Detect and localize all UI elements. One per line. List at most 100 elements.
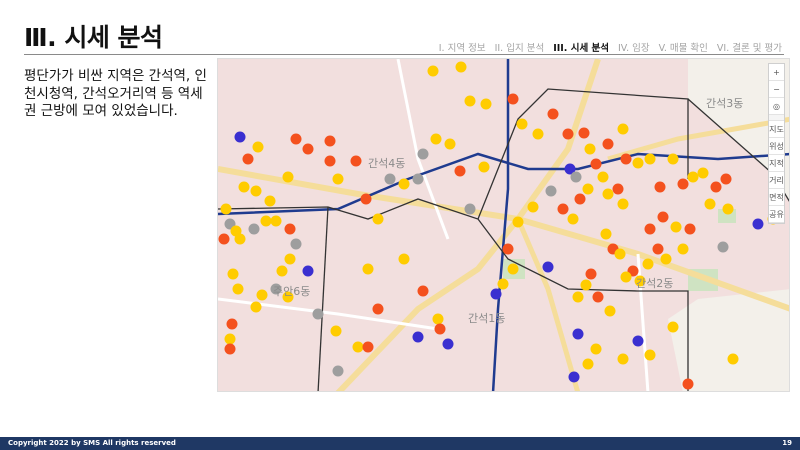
price-dot bbox=[578, 127, 590, 139]
price-dot bbox=[302, 143, 314, 155]
price-dot bbox=[572, 291, 584, 303]
price-dot bbox=[432, 313, 444, 325]
price-dot bbox=[282, 171, 294, 183]
price-dot bbox=[590, 158, 602, 170]
price-dot bbox=[684, 223, 696, 235]
price-dot bbox=[302, 265, 314, 277]
map-view-button[interactable]: 지도 bbox=[769, 121, 784, 138]
price-dot bbox=[572, 328, 584, 340]
price-dot bbox=[284, 223, 296, 235]
price-dot bbox=[547, 108, 559, 120]
price-dot bbox=[642, 258, 654, 270]
price-dot bbox=[332, 365, 344, 377]
price-dot bbox=[232, 283, 244, 295]
price-dot bbox=[704, 198, 716, 210]
price-dot bbox=[545, 185, 557, 197]
price-dot bbox=[260, 215, 272, 227]
price-dot bbox=[276, 265, 288, 277]
price-dot bbox=[324, 135, 336, 147]
price-map[interactable]: 간석4동 간석3동 주안6동 간석1동 간석2동 + − ◎ 지도 위성 지적 … bbox=[217, 58, 790, 392]
price-dot bbox=[270, 215, 282, 227]
zoom-out-button[interactable]: − bbox=[769, 81, 784, 98]
price-dot bbox=[455, 61, 467, 73]
page-number: 19 bbox=[782, 439, 792, 447]
price-dot bbox=[220, 203, 232, 215]
price-dot bbox=[227, 268, 239, 280]
price-dot bbox=[710, 181, 722, 193]
price-dot bbox=[620, 271, 632, 283]
price-dot bbox=[667, 153, 679, 165]
price-dot bbox=[612, 183, 624, 195]
price-dot bbox=[238, 181, 250, 193]
price-dot bbox=[290, 133, 302, 145]
satellite-view-button[interactable]: 위성 bbox=[769, 138, 784, 155]
price-dot bbox=[592, 291, 604, 303]
price-dot bbox=[324, 155, 336, 167]
price-dot bbox=[697, 167, 709, 179]
price-dot bbox=[234, 233, 246, 245]
price-dot bbox=[332, 173, 344, 185]
price-dot bbox=[727, 353, 739, 365]
section-nav: I. 지역 정보 II. 입지 분석 III. 시세 분석 IV. 임장 V. … bbox=[439, 40, 782, 54]
price-dot bbox=[430, 133, 442, 145]
price-dot bbox=[660, 253, 672, 265]
price-dot bbox=[427, 65, 439, 77]
locate-button[interactable]: ◎ bbox=[769, 98, 784, 115]
price-dot bbox=[602, 188, 614, 200]
price-dot bbox=[226, 318, 238, 330]
price-dot bbox=[570, 171, 582, 183]
map-control-panel: + − ◎ 지도 위성 지적 거리 면적 공유 bbox=[768, 63, 785, 224]
price-dot bbox=[372, 213, 384, 225]
price-dot bbox=[412, 331, 424, 343]
price-dot bbox=[584, 143, 596, 155]
nav-item-price-analysis[interactable]: III. 시세 분석 bbox=[553, 40, 609, 54]
price-dot bbox=[218, 233, 230, 245]
price-dot bbox=[352, 341, 364, 353]
price-dot bbox=[270, 283, 282, 295]
price-dot bbox=[417, 148, 429, 160]
nav-item-region-info[interactable]: I. 지역 정보 bbox=[439, 40, 486, 54]
price-dot bbox=[617, 123, 629, 135]
price-dot bbox=[224, 343, 236, 355]
share-button[interactable]: 공유 bbox=[769, 206, 784, 223]
price-dot bbox=[350, 155, 362, 167]
price-dot bbox=[597, 171, 609, 183]
price-dot bbox=[234, 131, 246, 143]
price-dot bbox=[582, 358, 594, 370]
price-dot bbox=[250, 185, 262, 197]
nav-item-listing-check[interactable]: V. 매물 확인 bbox=[659, 40, 708, 54]
nav-item-conclusion[interactable]: VI. 결론 및 평가 bbox=[717, 40, 782, 54]
price-dot bbox=[442, 338, 454, 350]
title-divider bbox=[24, 54, 784, 55]
price-dot bbox=[654, 181, 666, 193]
price-dot bbox=[585, 268, 597, 280]
nav-item-site-visit[interactable]: IV. 임장 bbox=[618, 40, 650, 54]
price-dot bbox=[682, 378, 694, 390]
price-dot bbox=[264, 195, 276, 207]
price-dot bbox=[604, 305, 616, 317]
nav-item-location-analysis[interactable]: II. 입지 분석 bbox=[495, 40, 545, 54]
zoom-in-button[interactable]: + bbox=[769, 64, 784, 81]
price-dot bbox=[250, 301, 262, 313]
price-dot bbox=[242, 153, 254, 165]
price-dot bbox=[582, 183, 594, 195]
price-dot bbox=[652, 243, 664, 255]
price-dot bbox=[490, 288, 502, 300]
measure-distance-button[interactable]: 거리 bbox=[769, 172, 784, 189]
price-dot bbox=[644, 223, 656, 235]
price-dot bbox=[567, 213, 579, 225]
price-dot bbox=[542, 261, 554, 273]
price-dot bbox=[398, 253, 410, 265]
price-dot bbox=[667, 321, 679, 333]
price-dot bbox=[644, 349, 656, 361]
price-dot bbox=[516, 118, 528, 130]
cadastral-view-button[interactable]: 지적 bbox=[769, 155, 784, 172]
price-dot bbox=[480, 98, 492, 110]
price-dot bbox=[372, 303, 384, 315]
price-dot bbox=[478, 161, 490, 173]
price-dot bbox=[557, 203, 569, 215]
price-dot bbox=[412, 173, 424, 185]
measure-area-button[interactable]: 면적 bbox=[769, 189, 784, 206]
price-dot bbox=[617, 198, 629, 210]
price-dot bbox=[384, 173, 396, 185]
